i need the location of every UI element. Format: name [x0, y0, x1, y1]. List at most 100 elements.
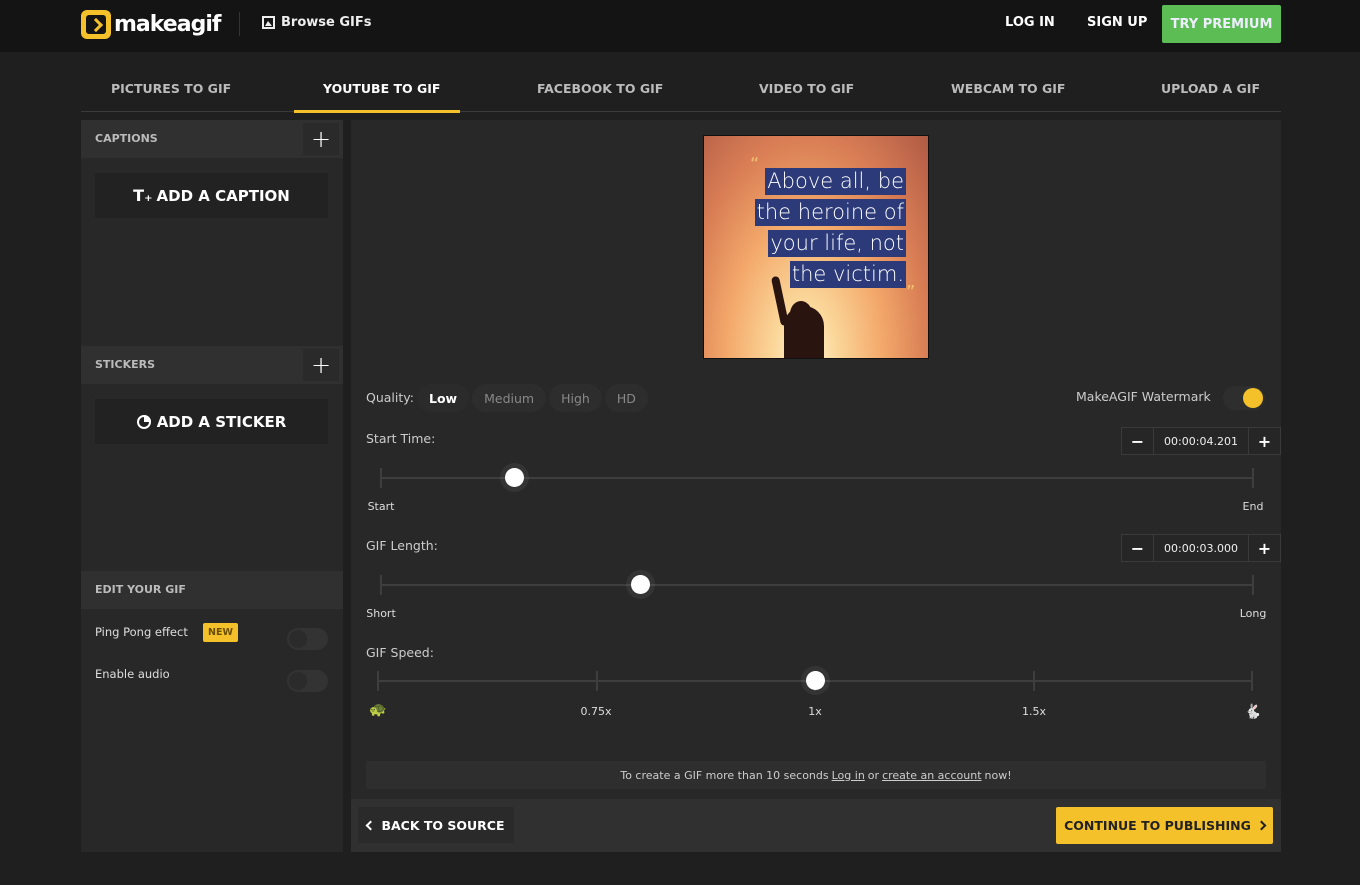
text-add-icon: T₊ — [133, 186, 153, 205]
speed-label-15: 1.5x — [1021, 705, 1047, 718]
chevron-right-icon — [1256, 820, 1267, 831]
notice-middle: or — [867, 768, 880, 782]
logo-icon — [81, 10, 111, 39]
length-limit-notice: To create a GIF more than 10 seconds Log… — [366, 761, 1266, 789]
quality-medium[interactable]: Medium — [472, 384, 547, 412]
enable-audio-toggle[interactable] — [287, 670, 328, 692]
slider-tick — [380, 468, 382, 488]
tab-facebook-to-gif[interactable]: FACEBOOK TO GIF — [537, 81, 663, 96]
slider-tick — [1252, 468, 1254, 488]
silhouette-body — [784, 306, 824, 358]
sidebar: CAPTIONS + T₊ ADD A CAPTION STICKERS + A… — [81, 120, 343, 852]
slider-track — [381, 584, 1253, 586]
gif-speed-slider[interactable] — [377, 671, 1253, 691]
add-sticker-plus-button[interactable]: + — [303, 349, 339, 381]
editor-footer: BACK TO SOURCE CONTINUE TO PUBLISHING — [351, 799, 1281, 852]
gif-length-value[interactable]: 00:00:03.000 — [1153, 535, 1249, 561]
speed-tick — [595, 671, 598, 691]
speed-label-1x: 1x — [808, 705, 822, 718]
speed-tick — [1251, 671, 1253, 691]
speed-tick — [1032, 671, 1035, 691]
divider — [239, 12, 240, 36]
logo-text: makeagif — [114, 12, 221, 37]
notice-create-account-link[interactable]: create an account — [882, 769, 981, 782]
end-label: End — [1242, 500, 1264, 513]
speed-tick — [377, 671, 379, 691]
tab-webcam-to-gif[interactable]: WEBCAM TO GIF — [951, 81, 1065, 96]
gif-preview: “ Above all, be the heroine of your life… — [703, 135, 929, 359]
back-to-source-button[interactable]: BACK TO SOURCE — [358, 807, 514, 843]
gif-length-increment-button[interactable]: + — [1249, 535, 1280, 561]
add-caption-button[interactable]: T₊ ADD A CAPTION — [95, 173, 328, 218]
gif-length-slider-thumb[interactable] — [630, 575, 650, 594]
continue-label: CONTINUE TO PUBLISHING — [1064, 818, 1251, 833]
gif-length-slider[interactable] — [380, 575, 1254, 595]
quote-line: your life, not — [768, 230, 906, 257]
speed-label-075: 0.75x — [580, 705, 612, 718]
ping-pong-toggle[interactable] — [287, 628, 328, 650]
notice-login-link[interactable]: Log in — [832, 769, 865, 782]
new-badge: NEW — [203, 623, 238, 642]
start-label: Start — [367, 500, 395, 513]
gif-length-decrement-button[interactable]: − — [1122, 535, 1153, 561]
start-time-decrement-button[interactable]: − — [1122, 428, 1153, 454]
add-sticker-label: ADD A STICKER — [156, 412, 287, 431]
active-tab-indicator — [294, 110, 460, 113]
start-time-slider[interactable] — [380, 468, 1254, 488]
watermark-toggle[interactable] — [1223, 386, 1265, 410]
logo[interactable]: makeagif — [81, 10, 221, 39]
login-link[interactable]: LOG IN — [1005, 15, 1055, 30]
short-label: Short — [366, 607, 396, 620]
start-time-increment-button[interactable]: + — [1249, 428, 1280, 454]
start-time-slider-thumb[interactable] — [505, 468, 525, 487]
image-icon — [262, 16, 275, 29]
plus-icon: + — [310, 125, 332, 153]
quote-line: the victim. — [789, 261, 906, 288]
back-to-source-label: BACK TO SOURCE — [381, 817, 505, 833]
browse-gifs-label: Browse GIFs — [281, 15, 372, 30]
quality-high[interactable]: High — [549, 384, 602, 412]
slider-tick — [380, 575, 382, 595]
rabbit-icon: 🐇 — [1244, 704, 1262, 720]
gif-speed-slider-thumb[interactable] — [806, 671, 825, 690]
captions-header: CAPTIONS + — [81, 120, 343, 158]
long-label: Long — [1239, 607, 1267, 620]
sticker-icon — [136, 414, 151, 429]
tab-youtube-to-gif[interactable]: YOUTUBE TO GIF — [323, 81, 440, 96]
ping-pong-label: Ping Pong effect — [95, 625, 188, 639]
add-caption-plus-button[interactable]: + — [303, 123, 339, 155]
start-time-value[interactable]: 00:00:04.201 — [1153, 428, 1249, 454]
source-tabs: PICTURES TO GIF YOUTUBE TO GIF FACEBOOK … — [81, 70, 1281, 113]
start-time-stepper: − 00:00:04.201 + — [1121, 427, 1281, 455]
gif-length-stepper: − 00:00:03.000 + — [1121, 534, 1281, 562]
add-sticker-button[interactable]: ADD A STICKER — [95, 399, 328, 444]
tab-pictures-to-gif[interactable]: PICTURES TO GIF — [111, 81, 231, 96]
try-premium-button[interactable]: TRY PREMIUM — [1162, 5, 1281, 43]
edit-gif-header: EDIT YOUR GIF — [81, 571, 343, 609]
top-navbar: makeagif Browse GIFs LOG IN SIGN UP TRY … — [0, 0, 1360, 52]
slider-tick — [1252, 575, 1254, 595]
quote-line: Above all, be — [765, 168, 906, 195]
captions-title: CAPTIONS — [95, 132, 158, 145]
ping-pong-option: Ping Pong effect NEW — [95, 623, 328, 651]
watermark-label: MakeAGIF Watermark — [1076, 389, 1211, 404]
quality-low[interactable]: Low — [417, 384, 470, 412]
open-quote: “ — [750, 154, 760, 175]
gif-length-label: GIF Length: — [366, 538, 438, 553]
continue-to-publishing-button[interactable]: CONTINUE TO PUBLISHING — [1056, 807, 1273, 844]
stickers-header: STICKERS + — [81, 346, 343, 384]
stickers-title: STICKERS — [95, 358, 156, 371]
notice-suffix: now! — [984, 768, 1012, 782]
browse-gifs-link[interactable]: Browse GIFs — [262, 15, 371, 30]
quality-label: Quality: — [366, 390, 414, 405]
signup-link[interactable]: SIGN UP — [1087, 15, 1147, 30]
edit-gif-title: EDIT YOUR GIF — [95, 583, 186, 596]
turtle-icon: 🐢 — [369, 702, 387, 718]
tab-upload-a-gif[interactable]: UPLOAD A GIF — [1161, 81, 1260, 96]
quality-selector: Low Medium High HD — [417, 384, 651, 412]
chevron-left-icon — [366, 820, 376, 830]
plus-icon: + — [310, 351, 332, 379]
gif-speed-label: GIF Speed: — [366, 645, 434, 660]
quality-hd[interactable]: HD — [604, 384, 648, 412]
tab-video-to-gif[interactable]: VIDEO TO GIF — [759, 81, 854, 96]
